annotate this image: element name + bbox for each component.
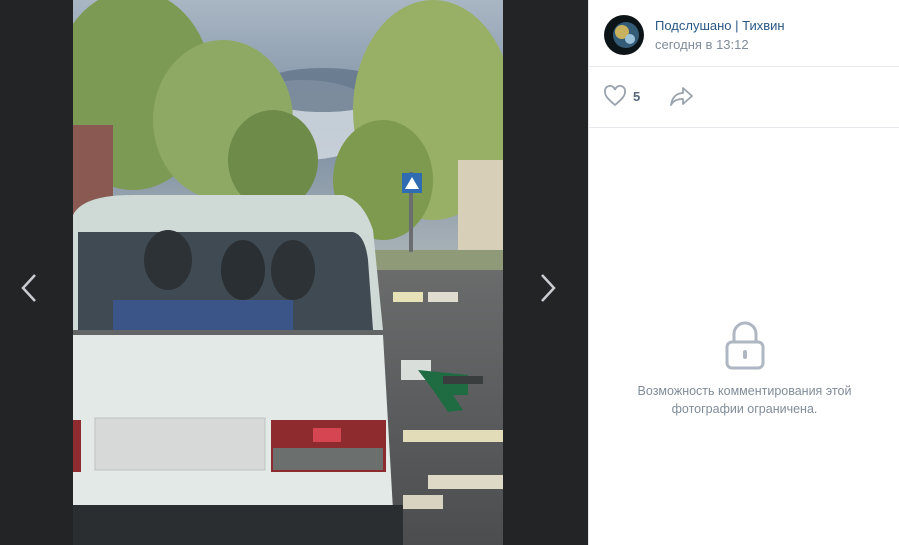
comments-closed-notice: Возможность комментирования этой фотогра…	[589, 320, 899, 418]
avatar[interactable]	[604, 15, 644, 55]
post-header: Подслушано | Тихвин сегодня в 13:12	[589, 0, 899, 67]
post-date[interactable]: сегодня в 13:12	[655, 37, 749, 52]
photo-viewer	[0, 0, 588, 545]
share-arrow-icon	[670, 87, 693, 106]
post-actions: 5	[589, 67, 899, 128]
author-name[interactable]: Подслушано | Тихвин	[655, 18, 785, 33]
like-button[interactable]: 5	[603, 85, 640, 107]
chevron-right-icon	[541, 274, 556, 302]
photo[interactable]	[73, 0, 503, 545]
next-photo-button[interactable]	[535, 270, 561, 306]
post-side-panel: Подслушано | Тихвин сегодня в 13:12 5 Во…	[588, 0, 899, 545]
share-button[interactable]	[669, 85, 695, 112]
chevron-left-icon	[21, 274, 36, 302]
photo-image	[73, 0, 503, 545]
lock-icon	[725, 321, 764, 370]
heart-icon	[604, 85, 626, 107]
like-count: 5	[633, 88, 641, 104]
avatar-image	[604, 15, 644, 55]
previous-photo-button[interactable]	[16, 270, 42, 306]
comments-closed-text: Возможность комментирования этой фотогра…	[637, 384, 852, 416]
